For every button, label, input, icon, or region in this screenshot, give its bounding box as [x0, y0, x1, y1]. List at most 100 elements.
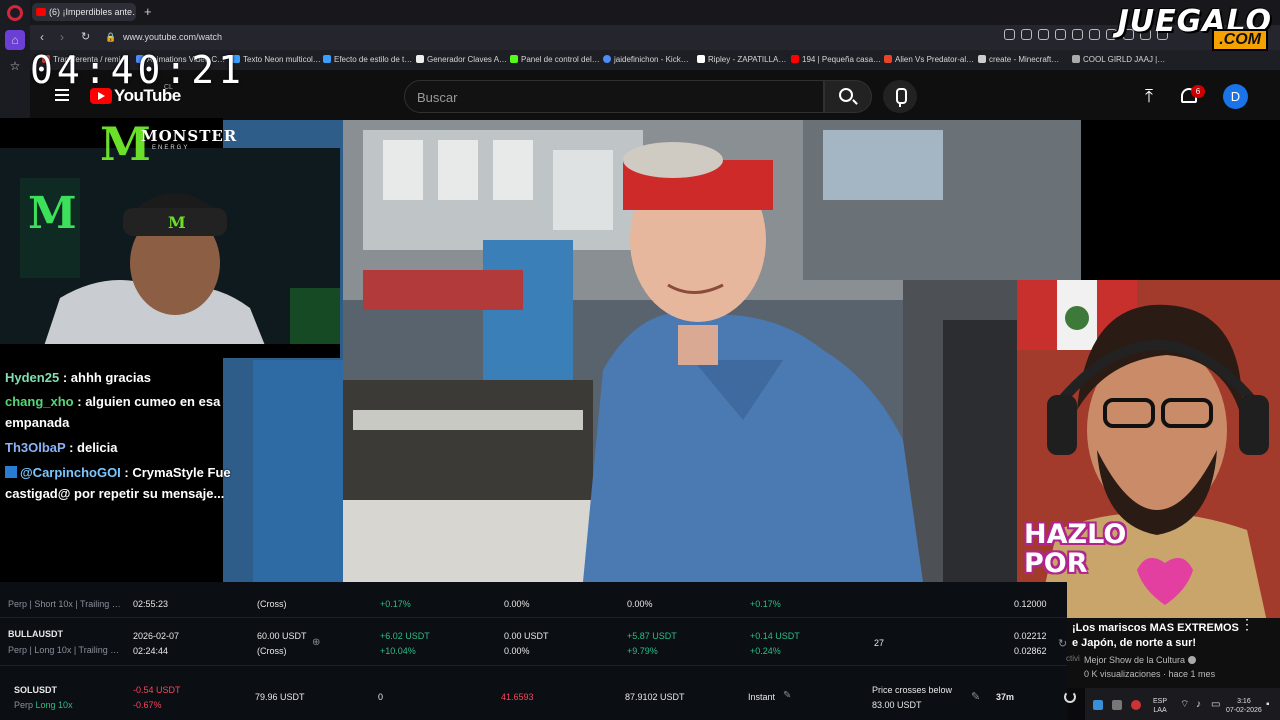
app-tray-icon[interactable] — [1093, 700, 1103, 710]
pnl-pct: +0.17% — [380, 599, 411, 609]
pnl: +6.02 USDT — [380, 631, 430, 641]
funding: +5.87 USDT — [627, 631, 677, 641]
vpn-icon[interactable] — [1055, 29, 1066, 40]
tab-youtube[interactable]: (6) ¡Imperdibles ante… — [32, 3, 136, 21]
chat-message-continued: castigad@ por repetir su mensaje... — [5, 483, 224, 505]
mode: Instant — [748, 692, 776, 702]
bookmark-item[interactable]: COOL GIRLD JAAJ |… — [1072, 55, 1165, 64]
lock-icon: 🔒 — [105, 32, 117, 42]
bookmark-item[interactable]: Texto Neon multicol… — [232, 55, 321, 64]
monster-brand-text: MONSTER — [141, 127, 238, 145]
new-tab-button[interactable]: + — [144, 5, 152, 19]
youtube-favicon-icon — [36, 8, 46, 16]
chat-username: @CarpinchoGOI — [20, 465, 121, 480]
fee: 0.00 USDT — [504, 631, 549, 641]
tab-title: (6) ¡Imperdibles ante… — [49, 7, 136, 17]
margin: 60.00 USDT — [257, 631, 307, 641]
url-field[interactable]: www.youtube.com/watch — [123, 32, 222, 42]
duration: 37m — [996, 692, 1015, 702]
position-sub: Perp | Short 10x | Trailing … — [8, 599, 121, 609]
battery-icon[interactable]: ▭ — [1211, 700, 1220, 710]
forward-button[interactable]: › — [60, 30, 64, 44]
chat-text: empanada — [5, 415, 70, 430]
price: 0.12000 — [1014, 599, 1047, 609]
tab-strip — [0, 0, 1280, 25]
upload-icon[interactable]: ⤒ — [1145, 87, 1153, 105]
trigger-label: Price crosses below — [872, 685, 953, 695]
up-next-title[interactable]: ¡Los mariscos MAS EXTREMOS e Japón, de n… — [1072, 621, 1260, 651]
workspace-icon[interactable]: ⌂ — [5, 30, 25, 50]
bookmark-item[interactable]: Efecto de estilo de t… — [323, 55, 412, 64]
search-tab-icon[interactable] — [1004, 29, 1015, 40]
funding-pct: +9.79% — [627, 646, 658, 656]
chat-message: @CarpinchoGOI : CrymaStyle Fue — [5, 462, 231, 484]
translate-icon[interactable] — [1021, 29, 1032, 40]
notification-center-icon[interactable]: ▪ — [1266, 700, 1270, 710]
pnl-pct: +10.04% — [380, 646, 416, 656]
edit-mode-icon[interactable]: ✎ — [783, 690, 791, 701]
opera-logo-icon[interactable] — [7, 5, 23, 21]
cloud-icon[interactable] — [1112, 700, 1122, 710]
wifi-icon[interactable]: ⌔ — [1180, 700, 1189, 710]
edit-margin-icon[interactable]: ⊕ — [312, 637, 320, 648]
chat-username: Hyden25 — [5, 370, 60, 385]
juegalo-logo: JUEGALO .COM — [1110, 2, 1280, 51]
chat-text: : ahhh gracias — [62, 370, 151, 385]
entry-price: 41.6593 — [501, 692, 534, 702]
back-button[interactable]: ‹ — [40, 30, 44, 44]
account-avatar[interactable]: D — [1223, 84, 1248, 109]
extensions-icon[interactable] — [1089, 29, 1100, 40]
position-time: 02:55:23 — [133, 599, 169, 609]
position-sub: Perp Long 10x — [14, 700, 73, 710]
bookmark-item[interactable]: Generador Claves A… — [416, 55, 507, 64]
volume-icon[interactable]: ♪ — [1196, 700, 1201, 710]
pnl: -0.54 USDT — [133, 685, 181, 695]
chat-username: Th3OlbaP — [5, 440, 66, 455]
adblock-icon[interactable] — [1072, 29, 1083, 40]
system-clock[interactable]: 3:16 07-02-2026 — [1226, 697, 1262, 715]
chat-username: chang_xho — [5, 394, 74, 409]
more-options-icon[interactable]: ⋮ — [1240, 617, 1254, 631]
search-input[interactable]: Buscar — [404, 80, 824, 113]
microphone-icon[interactable] — [1131, 700, 1141, 710]
voice-search-button[interactable] — [883, 80, 917, 113]
screen: ⌂ ☆ (6) ¡Imperdibles ante… + ‹ › ↻ 🔒 www… — [0, 0, 1280, 720]
language-indicator[interactable]: ESP LAA — [1153, 697, 1167, 715]
video-letterbox — [1081, 120, 1280, 280]
size: 79.96 USDT — [255, 692, 305, 702]
chat-text: castigad@ por repetir su mensaje... — [5, 486, 225, 501]
camera-icon[interactable] — [1038, 29, 1049, 40]
margin-mode: (Cross) — [257, 646, 287, 656]
refresh-icon[interactable]: ↻ — [1058, 637, 1067, 650]
webcam-feed: M M — [0, 148, 340, 358]
count: 27 — [874, 638, 885, 648]
chat-text: : alguien cumeo en esa — [77, 394, 221, 409]
play-glyph-icon — [98, 92, 105, 100]
webcam-image: M M — [0, 148, 340, 358]
bookmark-item[interactable]: jaidefinichon - Kick… — [603, 55, 689, 64]
close-position-icon[interactable] — [1064, 691, 1076, 703]
pinboard-icon[interactable]: ☆ — [5, 56, 25, 76]
position-symbol[interactable]: SOLUSDT — [14, 685, 57, 695]
bookmark-item[interactable]: Panel de control del… — [510, 55, 600, 64]
hazlo-por-overlay: HAZLO POR — [1024, 519, 1127, 579]
up-next-stats: 0 K visualizaciones · hace 1 mes — [1084, 669, 1216, 679]
edit-trigger-icon[interactable]: ✎ — [971, 690, 980, 703]
price: 0.02212 — [1014, 631, 1047, 641]
position-symbol[interactable]: BULLAUSDT — [8, 629, 63, 639]
fee-pct: 0.00% — [504, 646, 530, 656]
bookmark-item[interactable]: create - Minecraft… — [978, 55, 1059, 64]
reload-button[interactable]: ↻ — [81, 30, 90, 43]
svg-text:M: M — [28, 188, 77, 239]
chat-text: : delicia — [69, 440, 118, 455]
video-player[interactable] — [223, 120, 1081, 582]
bookmark-item[interactable]: Alien Vs Predator-al… — [884, 55, 974, 64]
bookmark-item[interactable]: Ripley - ZAPATILLA… — [697, 55, 786, 64]
pnl-pct: -0.67% — [133, 700, 162, 710]
up-next-channel[interactable]: Mejor Show de la Cultura — [1084, 655, 1196, 665]
position-date: 2026-02-07 — [133, 631, 180, 641]
qty: 0 — [378, 692, 384, 702]
price: 0.02862 — [1014, 646, 1047, 656]
chat-message-continued: empanada — [5, 412, 69, 434]
bookmark-item[interactable]: 194 | Pequeña casa… — [791, 55, 881, 64]
